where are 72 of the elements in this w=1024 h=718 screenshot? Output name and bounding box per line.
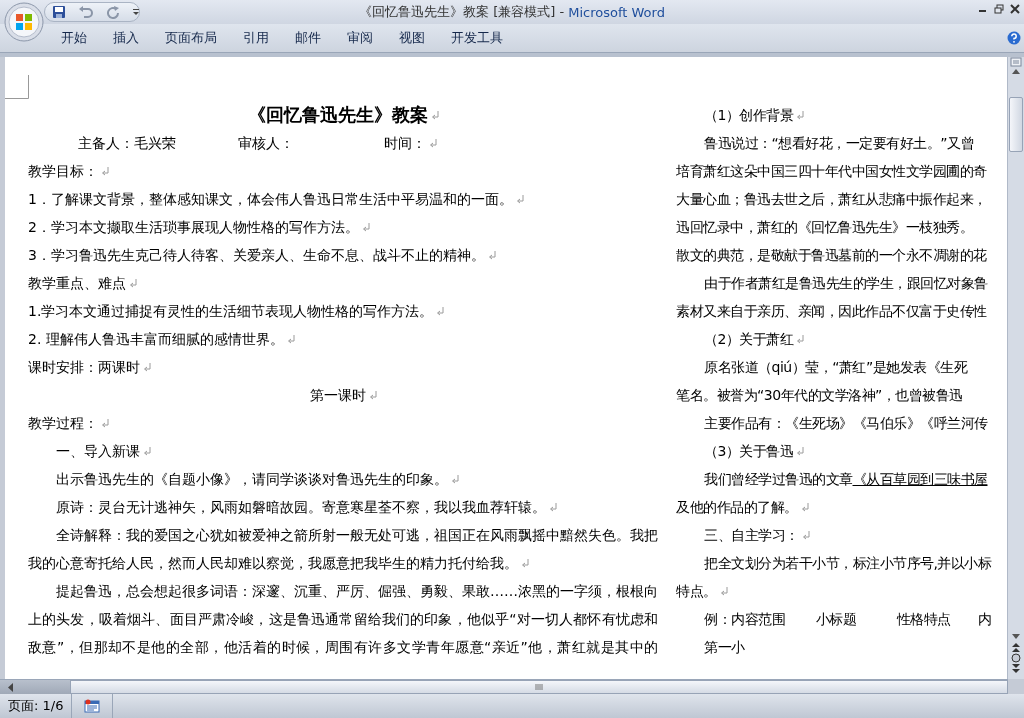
document-text: 我们曾经学过鲁迅的文章《从百草园到三味书屋 [703, 470, 988, 489]
document-text: 原诗：灵台无计逃神矢，风雨如磐暗故园。寄意寒星荃不察，我以我血荐轩辕。 [55, 498, 546, 517]
ribbon-tab[interactable]: 页面布局 [152, 24, 230, 52]
document-title: 《回忆鲁迅先生》教案 [247, 103, 428, 127]
document-text: 2．学习本文撷取生活琐事展现人物性格的写作方法。 [28, 218, 359, 237]
document-text: （3）关于鲁迅 [703, 442, 794, 461]
save-icon[interactable] [52, 5, 66, 19]
document-text: 课时安排：两课时 [28, 358, 140, 377]
document-text: 素材又来自于亲历、亲闻，因此作品不仅富于史传性 [676, 302, 987, 321]
document-text: 第一课时 [309, 386, 366, 405]
document-text: 大量心血；鲁迅去世之后，萧红从悲痛中振作起来， [676, 190, 987, 209]
document-text: 1．了解课文背景，整体感知课文，体会伟人鲁迅日常生活中平易温和的一面。 [28, 190, 513, 209]
ribbon-tab[interactable]: 视图 [386, 24, 438, 52]
ribbon-tab[interactable]: 开始 [48, 24, 100, 52]
document-text: 时间： [384, 129, 658, 157]
document-text: 把全文划分为若干小节，标注小节序号,并以小标 [703, 554, 992, 573]
document-text: 审核人： [238, 134, 295, 153]
ribbon-tab[interactable]: 插入 [100, 24, 152, 52]
document-text: 提起鲁迅，总会想起很多词语：深邃、沉重、严厉、倔强、勇毅、果敢……浓黑的一字须，根根向 [55, 582, 658, 601]
ruler-toggle-icon[interactable] [1010, 57, 1022, 67]
scroll-thumb[interactable] [1009, 97, 1023, 152]
scroll-down-icon[interactable] [1011, 633, 1021, 641]
previous-page-icon[interactable] [1011, 641, 1021, 653]
scroll-thumb[interactable] [70, 680, 1008, 694]
scroll-left-icon[interactable] [8, 682, 14, 692]
document-text: 教学过程： [28, 414, 98, 433]
document-text: 教学重点、难点 [28, 274, 126, 293]
document-text: 及他的作品的了解。 [676, 498, 798, 517]
document-text: 三、自主学习： [703, 526, 799, 545]
browse-object-icon[interactable] [1011, 653, 1021, 663]
document-text: 全诗解释：我的爱国之心犹如被爱神之箭所射一般无处可逃，祖国正在风雨飘摇中黯然失色。我把 [55, 526, 658, 545]
document-text: 迅回忆录中，萧红的《回忆鲁迅先生》一枝独秀。 [676, 218, 973, 237]
document-text: 培育萧红这朵中国三四十年代中国女性文学园圃的奇 [676, 162, 987, 181]
document-text: （1）创作背景 [703, 106, 794, 125]
help-icon[interactable] [1007, 31, 1021, 45]
undo-icon[interactable] [78, 5, 94, 19]
document-text: 3．学习鲁迅先生克己待人待客、关爱亲人、生命不息、战斗不止的精神。 [28, 246, 485, 265]
document-text: 由于作者萧红是鲁迅先生的学生，跟回忆对象鲁 [703, 274, 988, 293]
caret-icon[interactable] [132, 8, 140, 16]
document-text: 一、导入新课 [55, 442, 140, 461]
close-icon[interactable] [1010, 4, 1020, 14]
ribbon-tab[interactable]: 引用 [230, 24, 282, 52]
document-text: 主备人：毛兴荣 [78, 134, 177, 153]
redo-icon[interactable] [106, 5, 120, 19]
restore-icon[interactable] [994, 4, 1004, 14]
next-page-icon[interactable] [1011, 663, 1021, 675]
app-name: Microsoft Word [568, 4, 665, 20]
document-text: 主要作品有：《生死场》《马伯乐》《呼兰河传 [703, 414, 988, 433]
ribbon-tab[interactable]: 开发工具 [438, 24, 516, 52]
page-corner-mark [5, 75, 29, 99]
document-text: 第一小 [703, 638, 745, 657]
grip-icon [535, 684, 543, 690]
document-text: 例：内容范围 小标题 性格特点 内 [703, 610, 992, 629]
window-title: 《回忆鲁迅先生》教案 [兼容模式] - [359, 3, 565, 21]
document-text: 我的心意寄托给人民，然而人民却难以察觉，我愿意把我毕生的精力托付给我。 [28, 554, 518, 573]
document-text: 2. 理解伟人鲁迅丰富而细腻的感情世界。 [28, 330, 284, 349]
document-text: 笔名。被誉为“30年代的文学洛神”，也曾被鲁迅 [676, 386, 963, 405]
page-count[interactable]: 页面: 1/6 [0, 694, 73, 718]
ribbon-tab[interactable]: 邮件 [282, 24, 334, 52]
document-text: 敌意”，但那却不是他的全部，他活着的时候，周围有许多文学青年愿意“亲近”他，萧红就是其中的 [28, 638, 658, 657]
scroll-up-icon[interactable] [1011, 67, 1021, 75]
document-text: 上的头发，吸着烟斗、面目严肃冷峻，这是鲁迅通常留给我们的印象，他似乎“对一切人都怀有忧虑和 [28, 610, 658, 629]
spelling-status-icon[interactable] [84, 699, 101, 713]
document-text: （2）关于萧红 [703, 330, 794, 349]
document-text: 鲁迅说过：“想看好花，一定要有好土。”又曾 [703, 134, 974, 153]
ribbon-tab[interactable]: 审阅 [334, 24, 386, 52]
document-text: 原名张道（qiú）莹，“萧红”是她发表《生死 [703, 358, 968, 377]
document-text: 特点。 [676, 582, 717, 601]
document-text: 教学目标： [28, 162, 98, 181]
document-text: 散文的典范，是敬献于鲁迅墓前的一个永不凋谢的花 [676, 246, 987, 265]
document-text: 出示鲁迅先生的《自题小像》，请同学谈谈对鲁迅先生的印象。 [55, 470, 448, 489]
document-text: 1.学习本文通过捕捉有灵性的生活细节表现人物性格的写作方法。 [28, 302, 434, 321]
